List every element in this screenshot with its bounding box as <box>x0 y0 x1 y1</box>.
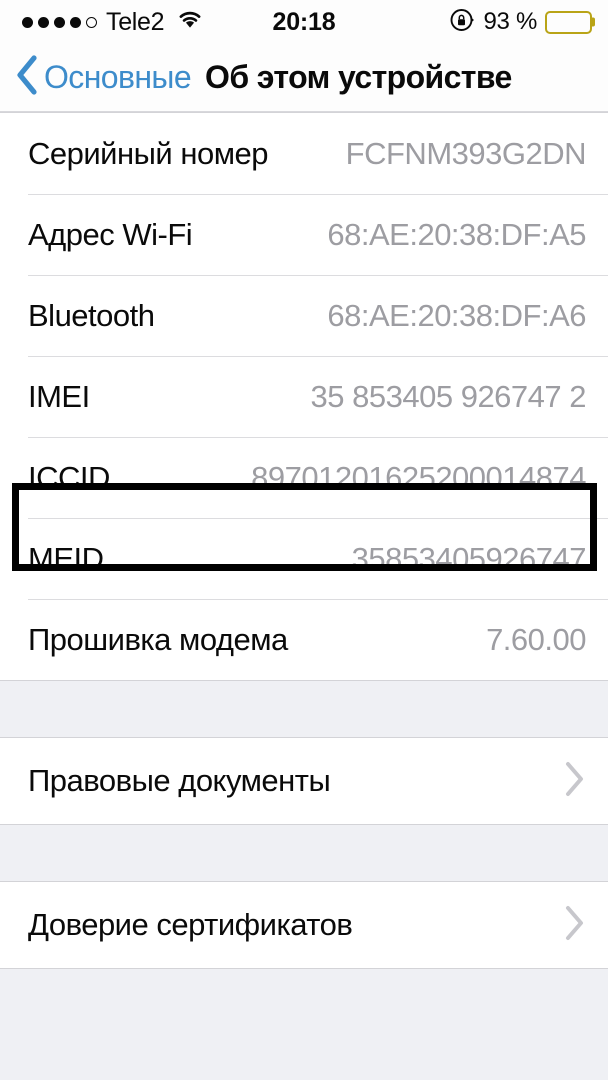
chevron-left-icon <box>14 54 40 101</box>
section-gap-2 <box>0 825 608 881</box>
legal-group: Правовые документы <box>0 737 608 825</box>
row-label: Прошивка модема <box>28 621 288 657</box>
rotation-lock-icon <box>449 7 475 38</box>
status-bar-right: 93 % <box>449 7 595 38</box>
row-label: Доверие сертификатов <box>28 907 353 942</box>
row-label: Адрес Wi-Fi <box>28 216 193 252</box>
table-row-legal-documents[interactable]: Правовые документы <box>0 738 608 824</box>
table-row-serial-number[interactable]: Серийный номер FCFNM393G2DN <box>0 113 608 194</box>
row-label: ICCID <box>28 459 110 495</box>
battery-percentage: 93 % <box>483 8 537 35</box>
status-bar-left: Tele2 <box>22 9 204 35</box>
chevron-right-icon <box>562 759 586 804</box>
device-info-group: Серийный номер FCFNM393G2DN Адрес Wi-Fi … <box>0 112 608 681</box>
row-value: 89701201625200014874 <box>251 459 586 495</box>
carrier-name: Tele2 <box>106 7 165 36</box>
table-row-imei[interactable]: IMEI 35 853405 926747 2 <box>0 356 608 437</box>
signal-dot-1 <box>22 16 33 28</box>
signal-dot-5 <box>86 16 97 28</box>
status-bar: Tele2 20:18 93 % <box>0 0 608 44</box>
table-row-wifi-address[interactable]: Адрес Wi-Fi 68:AE:20:38:DF:A5 <box>0 194 608 275</box>
section-gap-1 <box>0 681 608 737</box>
signal-dot-2 <box>38 16 49 28</box>
row-value: 68:AE:20:38:DF:A5 <box>327 216 586 252</box>
row-value: 7.60.00 <box>486 621 586 657</box>
battery-icon <box>545 10 595 34</box>
certificate-trust-group: Доверие сертификатов <box>0 881 608 969</box>
row-value: 68:AE:20:38:DF:A6 <box>327 297 586 333</box>
table-row-certificate-trust-settings[interactable]: Доверие сертификатов <box>0 882 608 968</box>
wifi-icon <box>176 9 204 35</box>
row-value: FCFNM393G2DN <box>345 135 587 171</box>
page-title: Об этом устройстве <box>205 59 512 95</box>
table-row-bluetooth[interactable]: Bluetooth 68:AE:20:38:DF:A6 <box>0 275 608 356</box>
signal-dot-3 <box>54 16 65 28</box>
row-value: 35853405926747 <box>351 540 587 576</box>
row-label: IMEI <box>28 378 90 414</box>
row-label: Правовые документы <box>28 763 331 798</box>
row-value: 35 853405 926747 2 <box>310 378 587 414</box>
table-row-modem-firmware[interactable]: Прошивка модема 7.60.00 <box>0 599 608 680</box>
table-row-iccid[interactable]: ICCID 89701201625200014874 <box>0 437 608 518</box>
iphone-settings-about-screen: Tele2 20:18 93 % Основные Об этом устрой… <box>0 0 608 1080</box>
settings-list: Серийный номер FCFNM393G2DN Адрес Wi-Fi … <box>0 112 608 1080</box>
row-label: Серийный номер <box>28 135 269 171</box>
battery-cap <box>592 17 595 27</box>
back-button[interactable]: Основные <box>14 54 192 101</box>
navigation-bar: Основные Об этом устройстве <box>0 44 608 112</box>
row-label: Bluetooth <box>28 297 155 333</box>
signal-strength-dots <box>22 16 97 28</box>
signal-dot-4 <box>70 16 81 28</box>
chevron-right-icon <box>562 903 586 948</box>
back-button-label: Основные <box>44 59 192 95</box>
row-label: MEID <box>28 540 104 576</box>
table-row-meid[interactable]: MEID 35853405926747 <box>0 518 608 599</box>
section-gap-3 <box>0 969 608 1039</box>
